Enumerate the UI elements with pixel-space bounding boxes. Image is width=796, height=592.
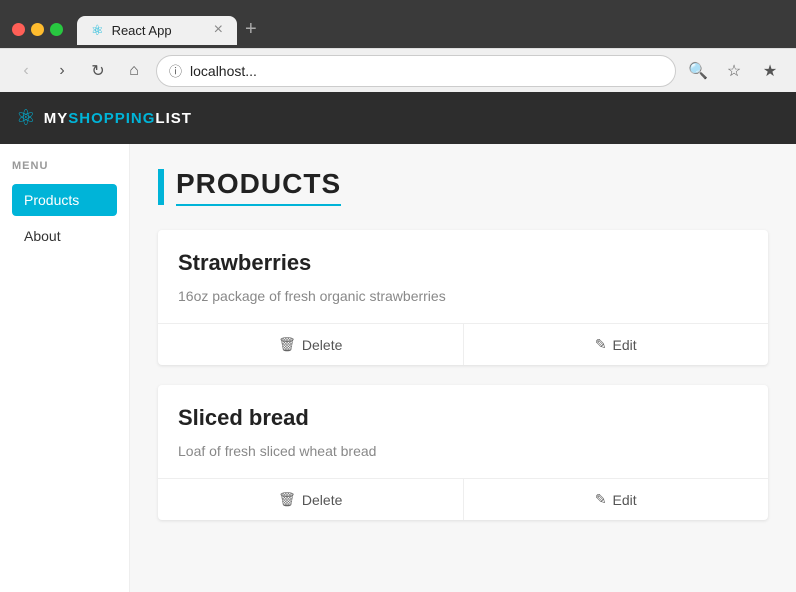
product-desc-2: Loaf of fresh sliced wheat bread [178,441,748,462]
new-tab-button[interactable]: + [237,14,265,45]
title-my: MY [44,110,69,127]
sidebar-menu-label: MENU [12,160,117,172]
address-bar[interactable]: ⓘ localhost... [156,55,676,87]
sidebar-item-about[interactable]: About [12,220,117,252]
product-card-strawberries: Strawberries 16oz package of fresh organ… [158,230,768,365]
info-icon: ⓘ [169,61,182,80]
delete-button-2[interactable]: 🗑 Delete [158,479,463,520]
close-button[interactable] [12,23,25,36]
maximize-button[interactable] [50,23,63,36]
main-layout: MENU Products About PRODUCTS Strawberrie… [0,144,796,592]
product-card-bread: Sliced bread Loaf of fresh sliced wheat … [158,385,768,520]
main-content: PRODUCTS Strawberries 16oz package of fr… [130,144,796,592]
title-bar: ⚛ React App × + [0,0,796,48]
refresh-button[interactable]: ↻ [84,57,112,85]
edit-icon: ✎ [595,336,607,353]
product-card-body-2: Sliced bread Loaf of fresh sliced wheat … [158,385,768,478]
back-button[interactable]: ‹ [12,57,40,85]
window-controls [12,23,63,36]
reading-list-button[interactable]: ★ [756,57,784,85]
bookmark-button[interactable]: ☆ [720,57,748,85]
forward-button[interactable]: › [48,57,76,85]
product-card-body-1: Strawberries 16oz package of fresh organ… [158,230,768,323]
app-container: ⚛ MYSHOPPINGLIST MENU Products About PRO… [0,92,796,592]
edit-icon-2: ✎ [595,491,607,508]
edit-label-2: Edit [613,492,637,508]
sidebar-item-products[interactable]: Products [12,184,117,216]
product-card-actions-1: 🗑 Delete ✎ Edit [158,323,768,365]
title-shopping: SHOPPING [68,110,155,127]
react-logo-icon: ⚛ [16,105,36,131]
trash-icon-2: 🗑 [278,491,296,508]
minimize-button[interactable] [31,23,44,36]
delete-button-1[interactable]: 🗑 Delete [158,324,463,365]
active-tab[interactable]: ⚛ React App × [77,16,237,45]
tab-close-button[interactable]: × [214,22,223,38]
sidebar: MENU Products About [0,144,130,592]
edit-button-2[interactable]: ✎ Edit [463,479,769,520]
edit-label-1: Edit [613,337,637,353]
page-title: PRODUCTS [176,168,341,206]
page-header-accent-bar [158,169,164,205]
product-desc-1: 16oz package of fresh organic strawberri… [178,286,748,307]
product-card-actions-2: 🗑 Delete ✎ Edit [158,478,768,520]
nav-actions: 🔍 ☆ ★ [684,57,784,85]
title-list: LIST [155,110,192,127]
nav-bar: ‹ › ↻ ⌂ ⓘ localhost... 🔍 ☆ ★ [0,48,796,92]
search-button[interactable]: 🔍 [684,57,712,85]
react-tab-icon: ⚛ [91,22,104,39]
browser-chrome: ⚛ React App × + ‹ › ↻ ⌂ ⓘ localhost... 🔍… [0,0,796,92]
home-button[interactable]: ⌂ [120,57,148,85]
delete-label-1: Delete [302,337,342,353]
app-header: ⚛ MYSHOPPINGLIST [0,92,796,144]
app-title: MYSHOPPINGLIST [44,110,192,127]
app-logo: ⚛ MYSHOPPINGLIST [16,105,192,131]
tab-title: React App [112,23,172,38]
product-name-1: Strawberries [178,250,748,276]
address-text: localhost... [190,63,663,79]
product-name-2: Sliced bread [178,405,748,431]
page-header: PRODUCTS [158,168,768,206]
edit-button-1[interactable]: ✎ Edit [463,324,769,365]
tab-bar: ⚛ React App × + [77,14,784,45]
trash-icon: 🗑 [278,336,296,353]
delete-label-2: Delete [302,492,342,508]
